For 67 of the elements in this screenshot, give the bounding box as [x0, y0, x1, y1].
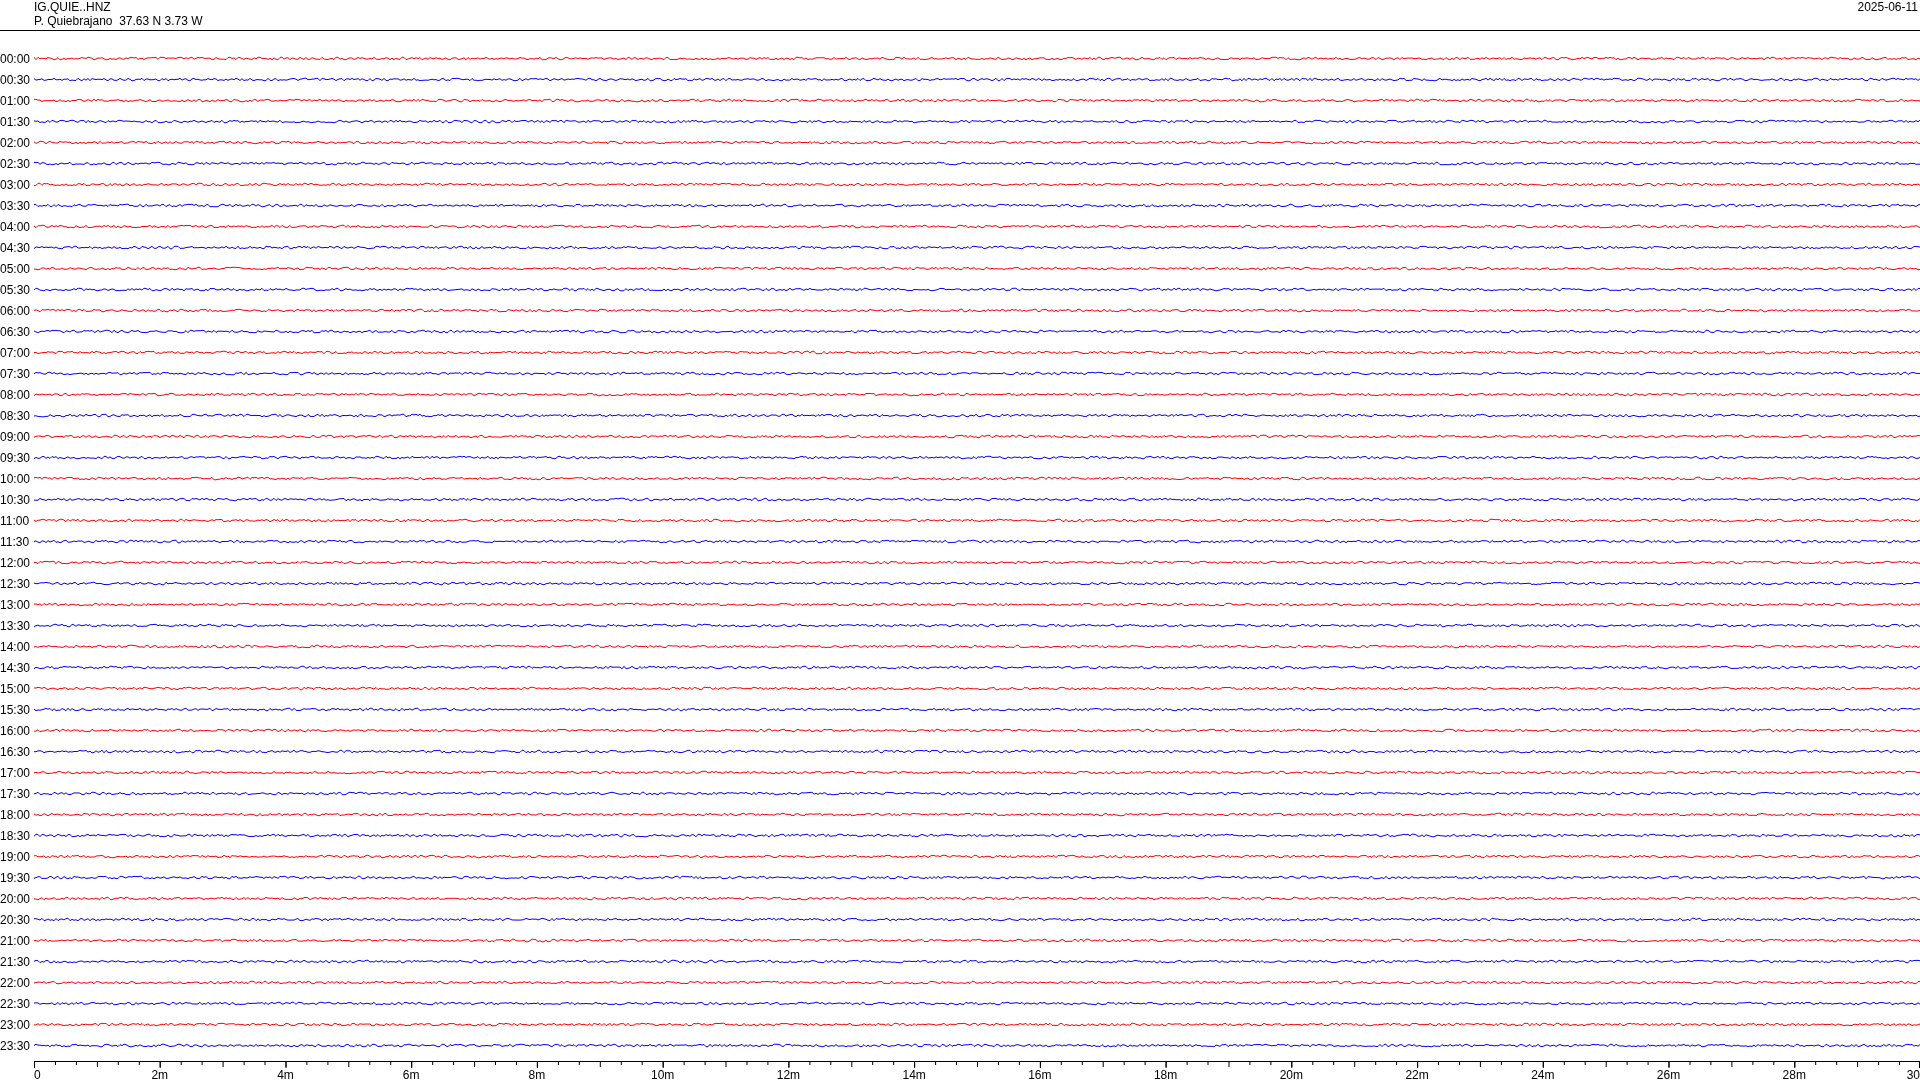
time-label: 05:30: [0, 282, 32, 297]
axis-tick-label: 12m: [776, 1068, 801, 1080]
time-label: 16:30: [0, 744, 32, 759]
time-label: 02:30: [0, 156, 32, 171]
axis-tick-label: 18m: [1153, 1068, 1178, 1080]
time-label: 14:00: [0, 639, 32, 654]
time-label: 21:00: [0, 933, 32, 948]
time-label: 20:00: [0, 891, 32, 906]
axis-tick-label: 22m: [1405, 1068, 1429, 1080]
time-label: 15:30: [0, 702, 32, 717]
time-label: 06:30: [0, 324, 32, 339]
axis-tick-label: 2m: [151, 1068, 169, 1080]
axis-tick-label: 28m: [1782, 1068, 1806, 1080]
time-label: 18:00: [0, 807, 32, 822]
axis-tick-label: 8m: [528, 1068, 546, 1080]
time-label: 23:30: [0, 1038, 32, 1053]
time-label: 04:30: [0, 240, 32, 255]
time-label: 01:30: [0, 114, 32, 129]
time-label: 22:00: [0, 975, 32, 990]
date-label: 2025-06-11: [1857, 0, 1919, 16]
axis-tick-label: 24m: [1531, 1068, 1555, 1080]
time-label: 20:30: [0, 912, 32, 927]
time-label: 13:30: [0, 618, 32, 633]
axis-tick-label: 4m: [277, 1068, 294, 1080]
channel-code: IG.QUIE..HNZ: [34, 0, 112, 14]
axis-tick-label: 26m: [1656, 1068, 1681, 1080]
time-label: 07:00: [0, 345, 32, 360]
time-label: 12:00: [0, 555, 32, 570]
time-label: 19:00: [0, 849, 32, 864]
time-label: 08:30: [0, 408, 32, 423]
time-label: 17:30: [0, 786, 32, 801]
time-label: 10:00: [0, 471, 32, 486]
axis-tick-label: 0: [34, 1068, 41, 1080]
time-label: 19:30: [0, 870, 32, 885]
time-label: 09:00: [0, 429, 32, 444]
time-label: 23:00: [0, 1017, 32, 1032]
axis-tick-label: 6m: [402, 1068, 420, 1080]
time-label: 12:30: [0, 576, 32, 591]
time-label: 08:00: [0, 387, 32, 402]
time-label: 21:30: [0, 954, 32, 969]
time-label: 22:30: [0, 996, 32, 1011]
time-label: 03:00: [0, 177, 32, 192]
time-label: 00:00: [0, 51, 32, 66]
time-label: 17:00: [0, 765, 32, 780]
time-label: 04:00: [0, 219, 32, 234]
time-label: 11:00: [0, 513, 31, 528]
time-label: 15:00: [0, 681, 32, 696]
axis-tick-label: 14m: [902, 1068, 926, 1080]
time-label: 16:00: [0, 723, 32, 738]
time-label: 00:30: [0, 72, 32, 87]
axis-tick-label: 16m: [1028, 1068, 1052, 1080]
time-label: 13:00: [0, 597, 32, 612]
axis-tick-label: 20m: [1279, 1068, 1303, 1080]
time-label: 11:30: [0, 534, 31, 549]
axis-tick-label: 30: [1906, 1068, 1920, 1080]
time-label: 03:30: [0, 198, 32, 213]
time-label: 10:30: [0, 492, 32, 507]
time-label: 14:30: [0, 660, 32, 675]
time-label: 09:30: [0, 450, 32, 465]
time-label: 05:00: [0, 261, 32, 276]
time-label: 02:00: [0, 135, 32, 150]
station-info: P. Quiebrajano 37.63 N 3.73 W: [34, 14, 203, 28]
axis-tick-label: 10m: [651, 1068, 675, 1080]
time-label: 06:00: [0, 303, 32, 318]
time-label: 01:00: [0, 93, 32, 108]
time-label: 18:30: [0, 828, 32, 843]
time-label: 07:30: [0, 366, 32, 381]
